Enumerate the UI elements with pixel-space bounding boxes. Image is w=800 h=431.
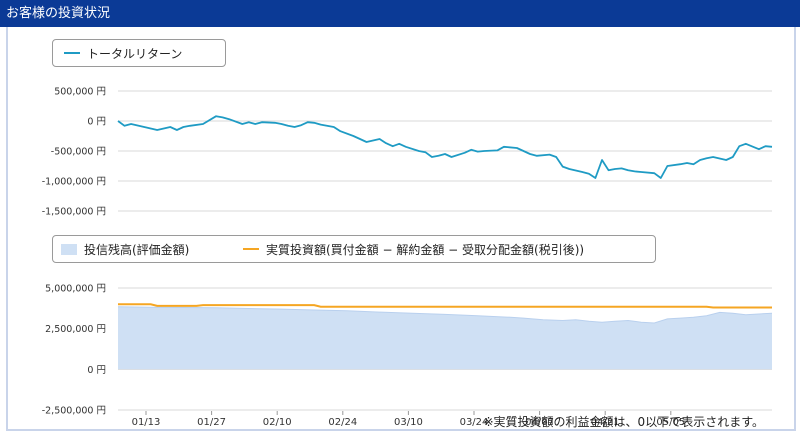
section-title: お客様の投資状況 [0,0,800,27]
balance-y-tick-label: 0 円 [87,365,106,376]
x-tick-label: 03/10 [394,417,423,428]
balance-y-tick-label: -2,500,000 円 [42,406,106,417]
x-tick-label: 02/24 [328,417,357,428]
total-return-y-tick-label: -1,500,000 円 [42,207,106,218]
total-return-y-tick-label: -1,000,000 円 [42,177,106,188]
footnote-text: ※実質投資額の利益金額は、0以下で表示されます。 [483,415,765,429]
investment-status-widget: お客様の投資状況 トータルリターン 投信残高(評価金額) 実質投資額(買付金額 … [0,0,800,431]
total-return-y-tick-label: -500,000 円 [51,147,106,158]
x-tick-label: 01/13 [132,417,161,428]
balance-y-tick-label: 2,500,000 円 [45,324,106,335]
charts-svg: 500,000 円 0 円 -500,000 円 -1,000,000 円 -1,500… [42,87,773,428]
invested-series-line [118,303,772,309]
x-tick-label: 01/27 [197,417,226,428]
total-return-y-tick-label: 500,000 円 [54,87,106,98]
total-return-series-line [117,115,773,179]
balance-y-tick-label: 5,000,000 円 [45,284,106,295]
balance-area [118,306,772,370]
x-tick-label: 02/10 [263,417,292,428]
chart-panel: トータルリターン 投信残高(評価金額) 実質投資額(買付金額 − 解約金額 − … [6,27,796,431]
total-return-y-tick-label: 0 円 [87,117,106,128]
